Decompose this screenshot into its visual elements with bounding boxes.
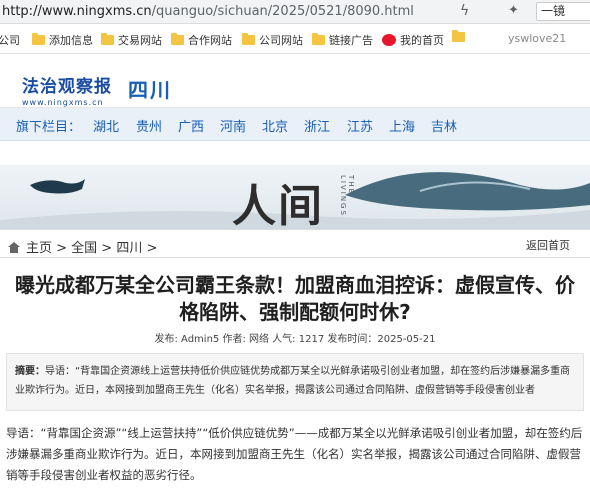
breadcrumb-text: 主页 > 全国 > 四川 > <box>26 241 158 256</box>
bookmark-item[interactable]: 添加信息 <box>32 32 93 48</box>
bookmark-item[interactable]: 公司 <box>0 32 20 48</box>
folder-icon <box>32 33 45 45</box>
bookmark-item[interactable]: 我的首页 <box>382 32 444 48</box>
address-bar[interactable]: http://www.ningxms.cn/quanguo/sichuan/20… <box>0 0 590 24</box>
nav-item[interactable]: 贵州 <box>136 116 162 135</box>
bookmark-label: 公司网站 <box>259 34 303 47</box>
breadcrumb: 主页 > 全国 > 四川 > 返回首页 <box>0 230 590 258</box>
folder-icon <box>312 33 325 45</box>
folder-icon <box>452 30 465 42</box>
bookmark-label: 添加信息 <box>49 34 93 47</box>
nav-item[interactable]: 吉林 <box>431 116 457 135</box>
nav-item[interactable]: 上海 <box>389 116 415 135</box>
article-lead: 导语：“背靠国企资源”“线上运营扶持”“低价供应链优势”——成都万某全以光鲜承诺… <box>6 426 583 482</box>
url-text[interactable]: http://www.ningxms.cn/quanguo/sichuan/20… <box>0 4 414 19</box>
lightning-icon[interactable]: ϟ <box>460 3 469 19</box>
back-home-link[interactable]: 返回首页 <box>526 237 570 253</box>
bookmark-label: 交易网站 <box>118 34 162 47</box>
search-input[interactable]: 一镜 <box>536 2 590 21</box>
bookmark-label: 链接广告 <box>329 34 373 47</box>
bookmark-item[interactable]: 链接广告 <box>312 32 373 48</box>
region-title: 四川 <box>128 78 172 102</box>
summary-text: 导语：“背靠国企资源线上运营扶持低价供应链优势成都万某全以光鲜承诺吸引创业者加盟… <box>15 366 571 396</box>
nav-item[interactable]: 北京 <box>262 116 288 135</box>
weibo-icon <box>382 34 396 46</box>
site-logo[interactable]: 法治观察报 www.ningxms.cn <box>22 72 112 107</box>
breadcrumb-path[interactable]: 主页 > 全国 > 四川 > <box>8 237 157 256</box>
folder-icon <box>171 33 184 45</box>
bookmark-right-label[interactable]: yswlove21 <box>508 32 566 45</box>
bookmarks-bar: 公司 添加信息 交易网站 合作网站 公司网站 链接广告 我的首页 yswlove… <box>0 24 590 54</box>
banner-title: 人间 <box>232 181 324 230</box>
folder-icon <box>242 33 255 45</box>
bookmark-label: 我的首页 <box>400 34 444 47</box>
nav-item[interactable]: 湖北 <box>93 116 119 135</box>
article-title: 曝光成都万某全公司霸王条款！加盟商血泪控诉：虚假宣传、价格陷阱、强制配额何时休? <box>15 273 575 324</box>
bookmark-item[interactable] <box>452 30 469 42</box>
url-path: /quanguo/sichuan/2025/0521/8090.html <box>151 4 414 19</box>
nav-label: 旗下栏目： <box>16 120 82 135</box>
nav-item[interactable]: 浙江 <box>304 116 330 135</box>
article-summary: 摘要：导语：“背靠国企资源线上运营扶持低价供应链优势成都万某全以光鲜承诺吸引创业… <box>6 353 584 411</box>
summary-label: 摘要： <box>15 366 45 377</box>
nav-item[interactable]: 江苏 <box>347 116 373 135</box>
bookmark-item[interactable]: 交易网站 <box>101 32 162 48</box>
bookmark-label: 合作网站 <box>188 34 232 47</box>
home-icon <box>8 242 20 253</box>
column-nav: 旗下栏目： 湖北 贵州 广西 河南 北京 浙江 江苏 上海 吉林 <box>0 108 590 141</box>
bookmark-item[interactable]: 合作网站 <box>171 32 232 48</box>
banner-subtitle: THE LIVINGS <box>339 175 355 217</box>
bookmark-item[interactable]: 公司网站 <box>242 32 303 48</box>
banner-image[interactable]: 人间 THE LIVINGS <box>0 165 590 230</box>
url-host: http://www.ningxms.cn <box>2 4 152 19</box>
nav-item[interactable]: 河南 <box>220 116 246 135</box>
bookmark-label: 公司 <box>0 34 20 47</box>
article-meta: 发布: Admin5 作者: 网络 人气: 1217 发布时间：2025-05-… <box>154 334 436 345</box>
folder-icon <box>101 33 114 45</box>
logo-title: 法治观察报 <box>22 77 112 97</box>
extension-icon[interactable]: ✦ <box>508 3 519 18</box>
nav-item[interactable]: 广西 <box>178 116 204 135</box>
site-header: 法治观察报 www.ningxms.cn 四川 <box>0 54 590 108</box>
logo-url: www.ningxms.cn <box>22 98 104 107</box>
